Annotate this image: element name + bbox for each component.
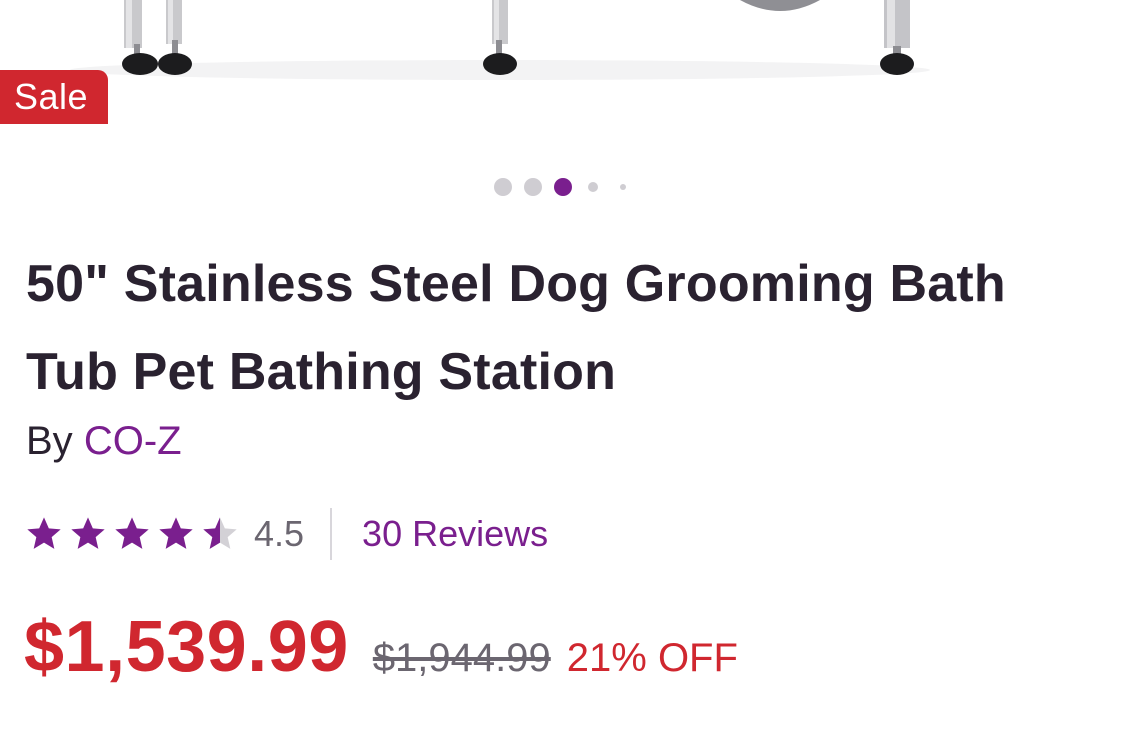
star-rating: [24, 514, 244, 554]
original-price: $1,944.99: [372, 636, 551, 680]
carousel-dot[interactable]: [524, 178, 542, 196]
carousel-dot[interactable]: [588, 182, 598, 192]
star-full-icon: [71, 517, 105, 549]
carousel-dot[interactable]: [494, 178, 512, 196]
discount-label: 21% OFF: [566, 636, 738, 680]
brand-prefix: By: [26, 419, 73, 463]
carousel-pagination: [0, 176, 1125, 198]
star-full-icon: [115, 517, 149, 549]
divider: [330, 508, 333, 560]
product-photo: [70, 0, 930, 80]
carousel-dot[interactable]: [620, 184, 626, 190]
star-full-icon: [159, 517, 193, 549]
sale-price: $1,539.99: [24, 607, 349, 687]
rating-row: 4.5 30 Reviews: [24, 508, 548, 560]
sale-badge-label: Sale: [14, 76, 89, 117]
brand-row: By CO-Z: [26, 416, 182, 466]
star-full-icon: [27, 517, 61, 549]
sale-badge: Sale: [0, 70, 108, 124]
carousel-dot-active[interactable]: [554, 178, 572, 196]
star-half-icon: [203, 517, 237, 549]
reviews-link[interactable]: 30 Reviews: [362, 513, 548, 555]
price-row: $1,539.99 $1,944.99 21% OFF: [24, 606, 738, 696]
product-image[interactable]: [0, 0, 1125, 135]
product-title: 50" Stainless Steel Dog Grooming Bath Tu…: [26, 255, 1006, 401]
rating-value: 4.5: [254, 513, 305, 554]
brand-link[interactable]: CO-Z: [84, 419, 182, 463]
